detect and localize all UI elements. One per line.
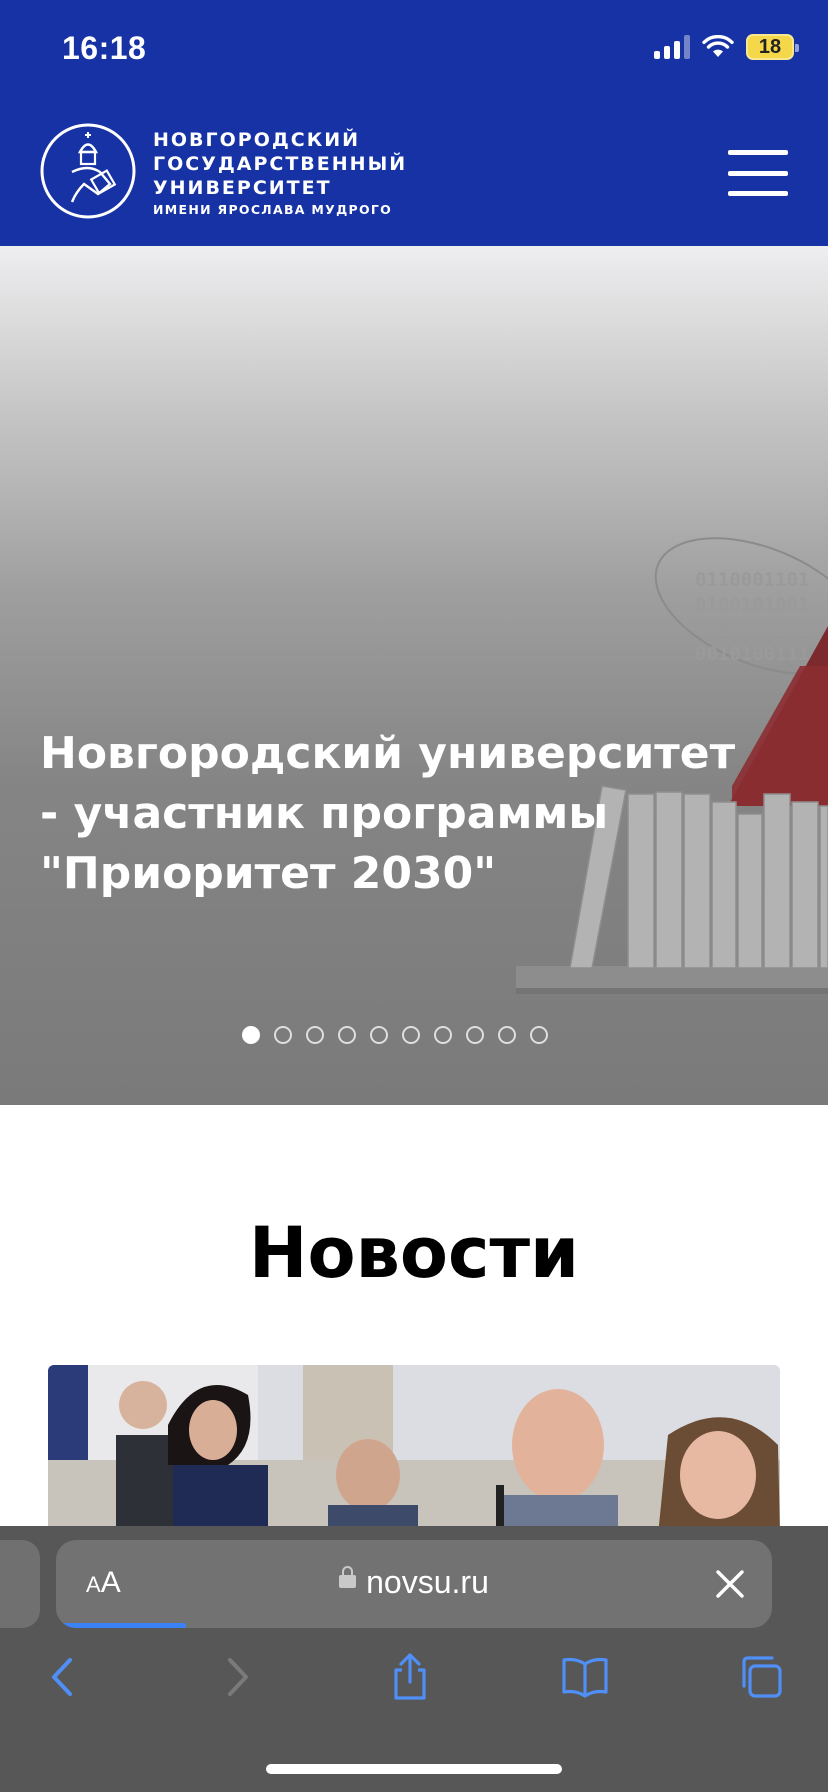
bookmarks-icon[interactable] <box>560 1652 610 1702</box>
logo-subline: ИМЕНИ ЯРОСЛАВА МУДРОГО <box>153 202 393 217</box>
slide-dot-4[interactable] <box>338 1026 356 1044</box>
news-photo-illustration <box>48 1365 780 1535</box>
tabs-icon[interactable] <box>736 1652 786 1702</box>
status-icons: 18 <box>654 34 799 60</box>
lock-icon <box>339 1566 357 1589</box>
stop-loading-icon[interactable] <box>712 1566 748 1602</box>
hero-title[interactable]: Новгородский университет - участник прог… <box>40 724 760 904</box>
news-card-image[interactable] <box>48 1365 780 1535</box>
wifi-icon <box>702 35 734 57</box>
binary-line-2: 0100101001 <box>695 594 809 616</box>
battery-level: 18 <box>758 35 782 58</box>
share-icon[interactable] <box>385 1652 435 1702</box>
forward-arrow-icon[interactable] <box>212 1652 262 1702</box>
slide-dot-2[interactable] <box>274 1026 292 1044</box>
hero-illustration: 0110001101 0100101001 0011000111 0010100… <box>516 537 828 994</box>
binary-line-1: 0110001101 <box>695 569 809 591</box>
logo-line-3: УНИВЕРСИТЕТ <box>153 177 332 199</box>
slide-dot-1[interactable] <box>242 1026 260 1044</box>
back-arrow-icon[interactable] <box>38 1652 88 1702</box>
slide-dot-6[interactable] <box>402 1026 420 1044</box>
slide-dot-10[interactable] <box>530 1026 548 1044</box>
status-time: 16:18 <box>62 30 147 66</box>
binary-line-3: 0011000111 <box>695 619 809 641</box>
cellular-signal-icon <box>654 35 690 59</box>
url-text: novsu.ru <box>366 1564 489 1600</box>
slide-dot-5[interactable] <box>370 1026 388 1044</box>
page-load-progress <box>56 1623 186 1628</box>
slider-pagination <box>242 1026 548 1044</box>
hamburger-menu-icon[interactable] <box>728 150 788 196</box>
slide-dot-9[interactable] <box>498 1026 516 1044</box>
hero-slider[interactable]: 0110001101 0100101001 0011000111 0010100… <box>0 246 828 1105</box>
university-logo-icon[interactable] <box>38 122 138 220</box>
site-header: 16:18 18 НОВГОРОДСКИЙ ГОСУДАРСТВЕННЫЙ УН… <box>0 0 828 246</box>
url-field[interactable]: novsu.ru <box>56 1564 772 1601</box>
news-heading: Новости <box>248 1212 580 1294</box>
battery-icon: 18 <box>746 34 799 60</box>
address-bar[interactable]: AA novsu.ru <box>56 1540 772 1628</box>
previous-tab-edge[interactable] <box>0 1540 40 1628</box>
logo-line-1: НОВГОРОДСКИЙ <box>153 129 361 151</box>
university-name[interactable]: НОВГОРОДСКИЙ ГОСУДАРСТВЕННЫЙ УНИВЕРСИТЕТ… <box>153 128 407 220</box>
slide-dot-7[interactable] <box>434 1026 452 1044</box>
binary-line-4: 0010100111 <box>695 643 809 665</box>
slide-dot-8[interactable] <box>466 1026 484 1044</box>
home-indicator[interactable] <box>266 1764 562 1774</box>
slide-dot-3[interactable] <box>306 1026 324 1044</box>
logo-line-2: ГОСУДАРСТВЕННЫЙ <box>153 153 408 175</box>
